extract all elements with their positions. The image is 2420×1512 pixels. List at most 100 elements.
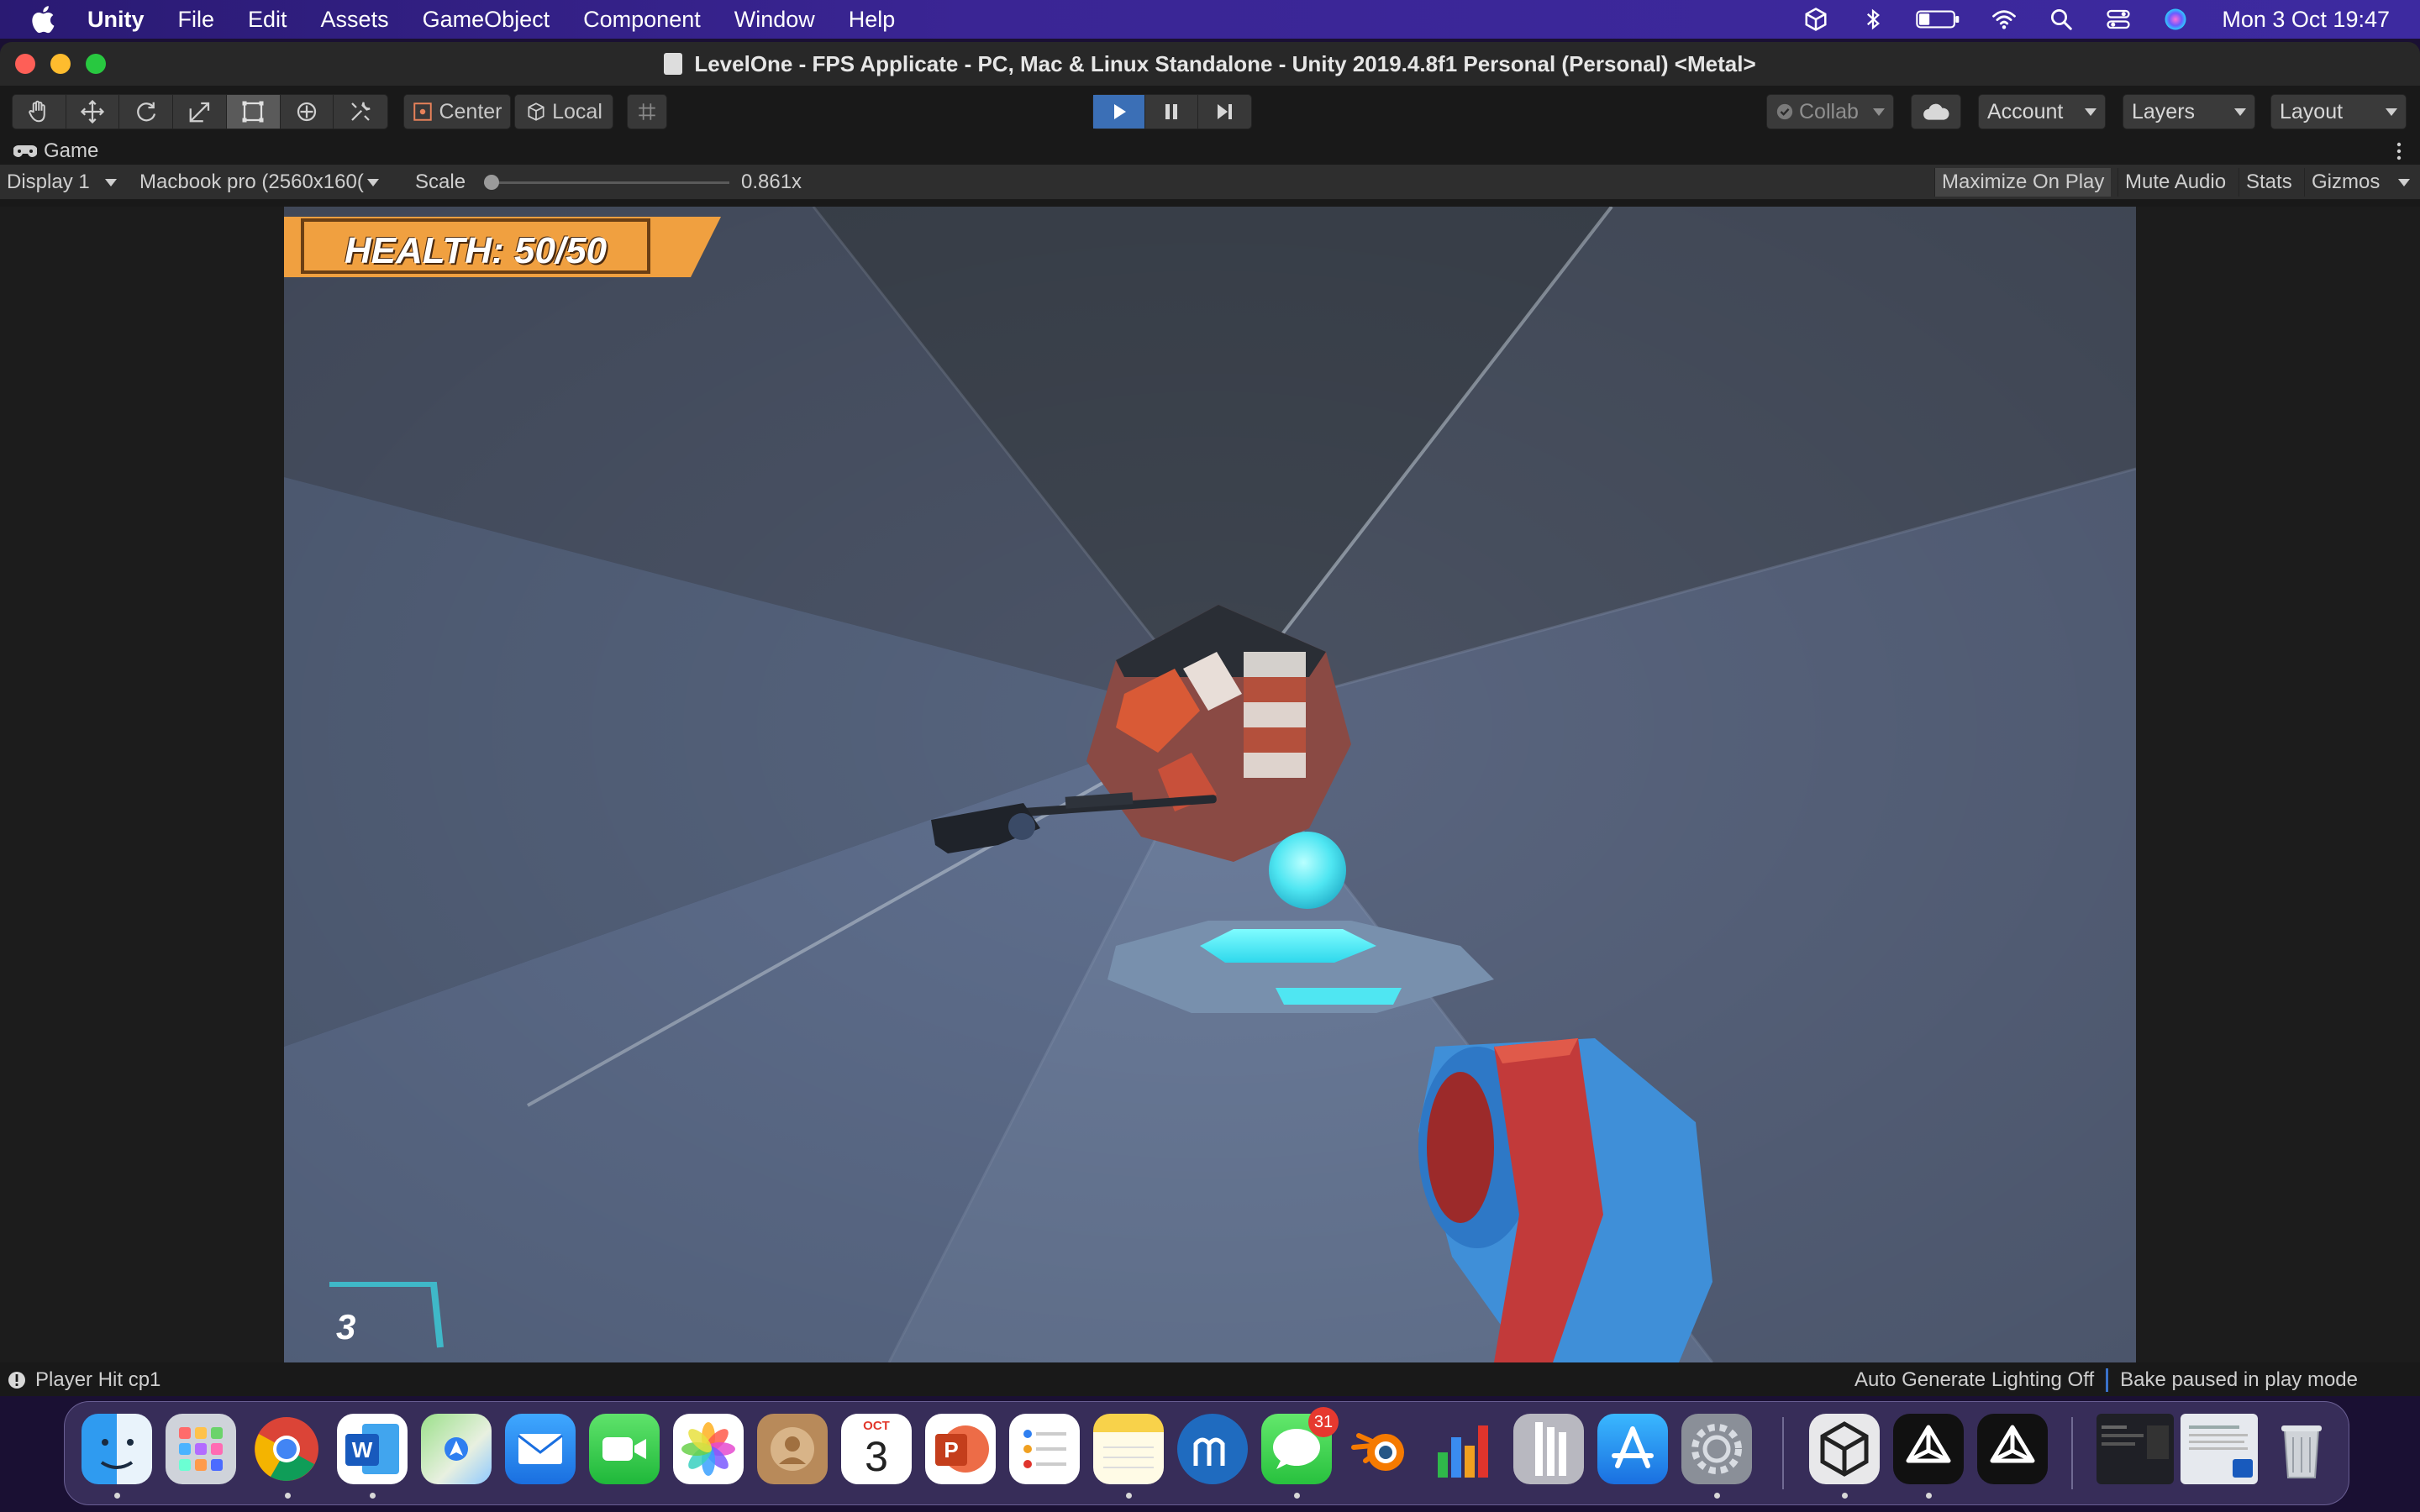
- menu-edit[interactable]: Edit: [248, 7, 287, 33]
- gizmos-toggle[interactable]: Gizmos: [2304, 168, 2420, 197]
- step-button[interactable]: [1198, 95, 1251, 129]
- document-thumbnail-icon: [2189, 1425, 2253, 1478]
- dock-maps[interactable]: [421, 1414, 492, 1484]
- dock-word[interactable]: W: [337, 1414, 408, 1484]
- dock-notes[interactable]: [1093, 1414, 1164, 1484]
- unity-hub-status-icon[interactable]: [1802, 7, 1830, 32]
- dock-calendar[interactable]: OCT 3: [841, 1414, 912, 1484]
- bluetooth-icon[interactable]: [1859, 7, 1887, 32]
- apple-icon[interactable]: [29, 3, 60, 35]
- maximize-on-play-toggle[interactable]: Maximize On Play: [1934, 168, 2112, 197]
- game-render[interactable]: HEALTH: 50/50 3: [284, 207, 2136, 1362]
- dock-launchpad[interactable]: [166, 1414, 236, 1484]
- rotate-tool-button[interactable]: [119, 95, 174, 129]
- dock-messages[interactable]: 31: [1261, 1407, 1339, 1484]
- rect-tool-button[interactable]: [226, 95, 281, 129]
- chevron-down-icon[interactable]: [2398, 178, 2411, 186]
- menu-window[interactable]: Window: [734, 7, 815, 33]
- grid-snap-button[interactable]: [627, 94, 667, 129]
- dock-minimized-window-1[interactable]: [2096, 1414, 2174, 1484]
- stats-toggle[interactable]: Stats: [2238, 168, 2299, 197]
- console-message[interactable]: Player Hit cp1: [7, 1368, 160, 1392]
- dock-unity-2[interactable]: [1977, 1414, 2048, 1484]
- scale-slider-thumb[interactable]: [484, 175, 499, 190]
- dock-system-preferences[interactable]: [1681, 1414, 1752, 1484]
- custom-tool-button[interactable]: [334, 95, 387, 129]
- account-label: Account: [1987, 99, 2064, 123]
- chevron-down-icon: [2085, 108, 2096, 116]
- pivot-toggle-inner: Center: [404, 95, 510, 129]
- resolution-label: Macbook pro (2560x160(: [139, 171, 364, 193]
- search-icon[interactable]: [2047, 7, 2075, 32]
- resolution-dropdown[interactable]: Macbook pro (2560x160(: [139, 168, 400, 197]
- tab-game[interactable]: Game: [13, 139, 98, 163]
- menu-component[interactable]: Component: [583, 7, 701, 33]
- dock-numbers[interactable]: [1429, 1414, 1500, 1484]
- dock-trash[interactable]: [2266, 1414, 2337, 1484]
- scale-tool-button[interactable]: [173, 95, 227, 129]
- dock-musescore[interactable]: [1177, 1414, 1248, 1484]
- close-window-button[interactable]: [15, 54, 35, 74]
- dock-reminders[interactable]: [1009, 1414, 1080, 1484]
- chevron-down-icon: [104, 178, 117, 186]
- lighting-status[interactable]: Auto Generate Lighting Off: [1843, 1368, 2106, 1392]
- collab-check-icon: [1776, 103, 1793, 120]
- collab-dropdown[interactable]: Collab: [1766, 94, 1894, 129]
- minimize-window-button[interactable]: [50, 54, 71, 74]
- scale-slider-track[interactable]: [484, 175, 729, 190]
- dock-tower[interactable]: [1513, 1414, 1584, 1484]
- dock-chrome[interactable]: [251, 1414, 322, 1484]
- dock-unity-1[interactable]: [1893, 1414, 1964, 1484]
- dock-blender[interactable]: [1345, 1414, 1416, 1484]
- dock-separator: [2071, 1417, 2073, 1489]
- layers-dropdown[interactable]: Layers: [2123, 94, 2255, 129]
- more-options-icon[interactable]: [2396, 141, 2402, 161]
- dock-photos[interactable]: [673, 1414, 744, 1484]
- calendar-day: 3: [865, 1433, 888, 1480]
- play-button[interactable]: [1093, 95, 1146, 129]
- menu-file[interactable]: File: [178, 7, 215, 33]
- layout-dropdown[interactable]: Layout: [2270, 94, 2407, 129]
- account-dropdown[interactable]: Account: [1978, 94, 2106, 129]
- battery-icon[interactable]: [1916, 7, 1961, 32]
- cloud-button[interactable]: [1911, 94, 1961, 129]
- menu-gameobject[interactable]: GameObject: [423, 7, 550, 33]
- display-dropdown[interactable]: Display 1: [7, 168, 128, 197]
- zoom-window-button[interactable]: [86, 54, 106, 74]
- bake-status[interactable]: Bake paused in play mode: [2106, 1368, 2370, 1392]
- hand-tool-button[interactable]: [13, 95, 66, 129]
- dock-facetime[interactable]: [589, 1414, 660, 1484]
- transform-tool-button[interactable]: [281, 95, 334, 129]
- running-indicator: [114, 1493, 120, 1499]
- running-indicator: [1294, 1493, 1300, 1499]
- layout-label: Layout: [2280, 99, 2344, 123]
- dock-contacts[interactable]: [757, 1414, 828, 1484]
- dock-powerpoint[interactable]: P: [925, 1414, 996, 1484]
- dock-finder[interactable]: [82, 1414, 152, 1484]
- dock-mail[interactable]: [505, 1414, 576, 1484]
- play-controls: [1092, 94, 1252, 129]
- svg-text:P: P: [944, 1437, 958, 1462]
- pivot-toggle[interactable]: Center: [403, 94, 511, 129]
- running-indicator: [1842, 1493, 1848, 1499]
- chrome-icon: [255, 1417, 318, 1481]
- scale-value: 0.861x: [741, 168, 802, 197]
- pause-button[interactable]: [1145, 95, 1198, 129]
- rect-transform-icon: [242, 101, 264, 123]
- move-tool-button[interactable]: [66, 95, 120, 129]
- menu-help[interactable]: Help: [849, 7, 896, 33]
- siri-icon[interactable]: [2161, 7, 2190, 32]
- control-center-icon[interactable]: [2104, 7, 2133, 32]
- menu-app-unity[interactable]: Unity: [87, 7, 145, 33]
- running-indicator: [1126, 1493, 1132, 1499]
- dock-separator: [1782, 1417, 1784, 1489]
- wifi-icon[interactable]: [1990, 7, 2018, 32]
- dock-minimized-window-2[interactable]: [2181, 1414, 2258, 1484]
- menu-assets[interactable]: Assets: [321, 7, 389, 33]
- window-title: LevelOne - FPS Applicate - PC, Mac & Lin…: [694, 50, 1756, 76]
- dock-app-store[interactable]: [1597, 1414, 1668, 1484]
- menubar-clock[interactable]: Mon 3 Oct 19:47: [2222, 7, 2390, 33]
- mute-audio-toggle[interactable]: Mute Audio: [2118, 168, 2233, 197]
- space-toggle[interactable]: Local: [514, 94, 613, 129]
- dock-unity-hub[interactable]: [1809, 1414, 1880, 1484]
